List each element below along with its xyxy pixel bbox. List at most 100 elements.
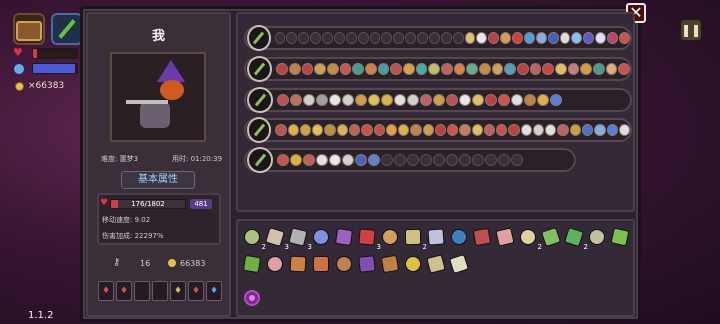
upgrade-slot-filled[interactable] (433, 94, 445, 106)
upgrade-slot-filled[interactable] (422, 124, 434, 136)
upgrade-slot-filled[interactable] (535, 32, 547, 44)
upgrade-slot-filled[interactable] (368, 154, 380, 166)
upgrade-slot-filled[interactable] (390, 63, 402, 75)
upgrade-slot-filled[interactable] (339, 63, 352, 75)
wand-icon[interactable] (247, 117, 272, 143)
upgrade-slot-filled[interactable] (446, 94, 458, 106)
trident-icon[interactable] (247, 147, 273, 173)
upgrade-slot-filled[interactable] (537, 94, 549, 106)
upgrade-slot-filled[interactable] (348, 124, 361, 136)
upgrade-slot-filled[interactable] (355, 94, 367, 106)
upgrade-slot-filled[interactable] (500, 32, 512, 44)
inventory-item[interactable] (311, 227, 333, 251)
upgrade-slot[interactable] (274, 32, 286, 44)
potion-slot-5[interactable]: ♦ (170, 281, 186, 301)
upgrade-slot-filled[interactable] (471, 124, 483, 136)
upgrade-slot-filled[interactable] (459, 124, 471, 136)
upgrade-slot[interactable] (310, 32, 322, 44)
upgrade-slot[interactable] (498, 154, 510, 166)
inventory-item[interactable] (335, 255, 356, 278)
chest-icon[interactable] (247, 25, 271, 51)
upgrade-slot-filled[interactable] (275, 124, 287, 136)
upgrade-slot[interactable] (407, 154, 419, 166)
upgrade-slot-filled[interactable] (276, 63, 288, 75)
inventory-item[interactable]: 2 (563, 226, 588, 251)
upgrade-slot-filled[interactable] (312, 124, 324, 136)
inventory-item[interactable] (358, 255, 379, 278)
upgrade-slot-filled[interactable] (314, 63, 326, 75)
inventory-extra-slot[interactable] (244, 290, 260, 306)
inventory-item[interactable] (403, 254, 425, 278)
upgrade-slot[interactable] (428, 32, 440, 44)
upgrade-slot-filled[interactable] (428, 63, 440, 75)
upgrade-slot-filled[interactable] (479, 63, 491, 75)
upgrade-slot[interactable] (417, 32, 428, 44)
upgrade-slot-filled[interactable] (299, 124, 312, 136)
upgrade-slot-filled[interactable] (483, 124, 496, 136)
upgrade-slot[interactable] (298, 32, 310, 44)
upgrade-slot-filled[interactable] (529, 63, 542, 75)
upgrade-slot-filled[interactable] (485, 94, 497, 106)
upgrade-slot-filled[interactable] (595, 32, 607, 44)
bow-icon[interactable] (247, 87, 273, 113)
upgrade-slot-filled[interactable] (594, 124, 606, 136)
upgrade-slot-filled[interactable] (381, 94, 393, 106)
upgrade-slot[interactable] (394, 154, 406, 166)
potion-slot-3[interactable] (134, 281, 150, 301)
upgrade-slot[interactable] (286, 32, 298, 44)
upgrade-slot-filled[interactable] (618, 124, 631, 136)
inventory-item[interactable]: 2 (518, 227, 542, 251)
upgrade-slot[interactable] (511, 154, 523, 166)
upgrade-slot-filled[interactable] (287, 124, 299, 136)
upgrade-slot-filled[interactable] (290, 94, 302, 106)
upgrade-slot-filled[interactable] (342, 94, 354, 106)
upgrade-slot-filled[interactable] (303, 94, 315, 106)
upgrade-slot-filled[interactable] (542, 63, 555, 75)
upgrade-slot-filled[interactable] (420, 94, 432, 106)
inventory-item[interactable] (266, 255, 287, 278)
upgrade-slot-filled[interactable] (547, 32, 559, 44)
upgrade-slot-filled[interactable] (520, 124, 532, 136)
upgrade-slot-filled[interactable] (508, 124, 520, 136)
upgrade-slot[interactable] (381, 32, 393, 44)
upgrade-slot[interactable] (440, 32, 452, 44)
potion-slot-1[interactable]: ♦ (98, 281, 114, 301)
upgrade-slot[interactable] (345, 32, 357, 44)
upgrade-slot-filled[interactable] (557, 124, 569, 136)
inventory-item[interactable] (450, 228, 471, 251)
upgrade-slot-filled[interactable] (532, 124, 545, 136)
inventory-item[interactable] (587, 227, 609, 251)
upgrade-slot[interactable] (459, 154, 471, 166)
inventory-item[interactable]: 3 (358, 228, 381, 251)
inventory-item[interactable] (289, 255, 310, 278)
potion-slot-6[interactable]: ♦ (188, 281, 204, 301)
upgrade-slot-filled[interactable] (407, 94, 419, 106)
upgrade-slot-filled[interactable] (342, 154, 354, 166)
upgrade-slot-filled[interactable] (377, 63, 390, 75)
inventory-item[interactable]: 2 (241, 226, 266, 251)
upgrade-slot-filled[interactable] (326, 63, 339, 75)
upgrade-slot-filled[interactable] (277, 94, 289, 106)
upgrade-slot-filled[interactable] (316, 94, 328, 106)
upgrade-slot-filled[interactable] (582, 124, 594, 136)
upgrade-slot-filled[interactable] (329, 94, 341, 106)
inventory-item[interactable] (540, 226, 563, 251)
upgrade-slot-filled[interactable] (288, 63, 301, 75)
inventory-item[interactable]: 3 (288, 227, 312, 251)
inventory-item[interactable] (427, 228, 448, 251)
upgrade-slot[interactable] (405, 32, 417, 44)
upgrade-slot-filled[interactable] (559, 32, 571, 44)
upgrade-slot-filled[interactable] (324, 124, 336, 136)
upgrade-slot-filled[interactable] (569, 124, 582, 136)
upgrade-slot-filled[interactable] (618, 32, 630, 44)
inventory-item[interactable] (472, 227, 494, 251)
upgrade-slot-filled[interactable] (385, 124, 398, 136)
inventory-item[interactable] (313, 256, 333, 278)
basic-stats-button[interactable]: 基本属性 (121, 171, 195, 189)
upgrade-slot-filled[interactable] (394, 94, 406, 106)
upgrade-slot-filled[interactable] (459, 94, 471, 106)
inventory-item[interactable] (334, 227, 356, 251)
upgrade-slot-filled[interactable] (466, 63, 479, 75)
upgrade-slot-filled[interactable] (606, 124, 618, 136)
upgrade-slot-filled[interactable] (316, 154, 328, 166)
